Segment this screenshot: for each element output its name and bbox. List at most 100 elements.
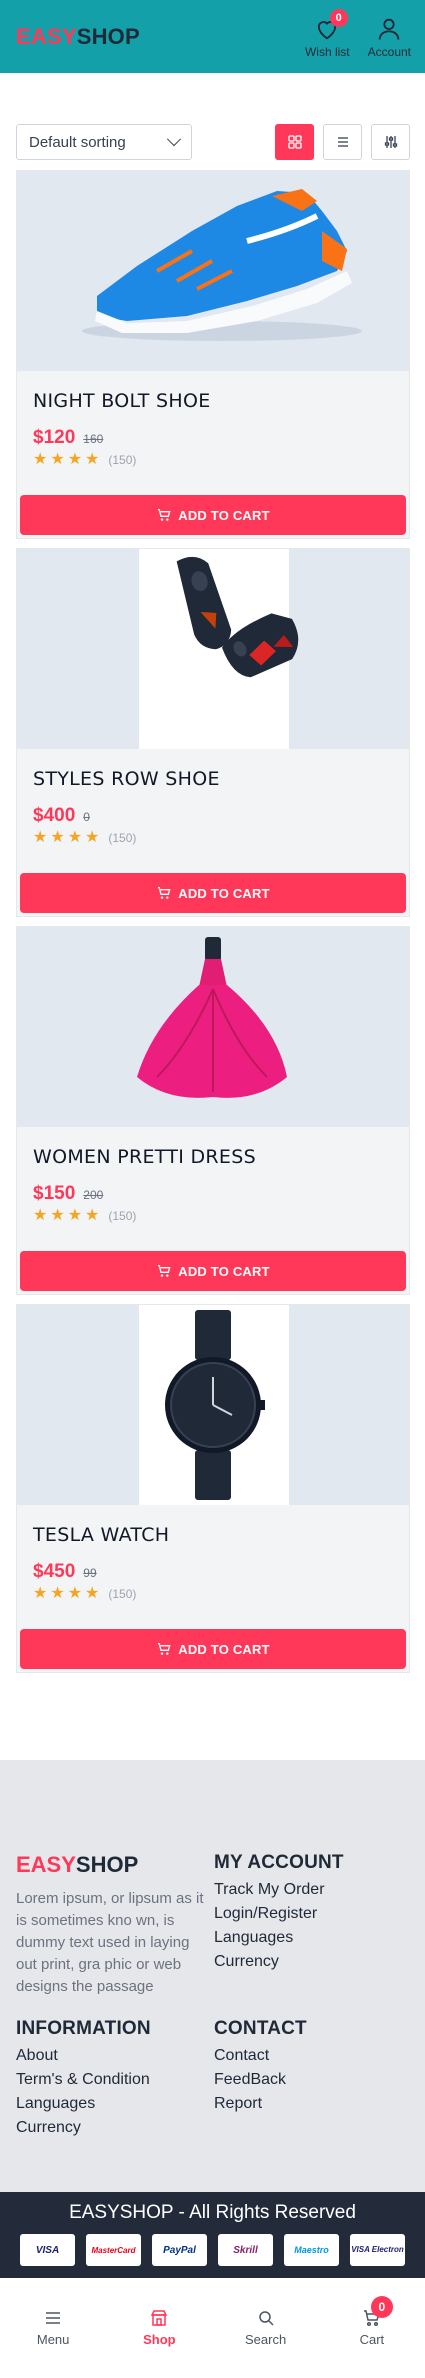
star-icon: ★ xyxy=(50,829,65,846)
product-rating: ★ ★ ★ ★ (150) xyxy=(33,1208,136,1224)
rating-count: (150) xyxy=(108,831,137,845)
product-image[interactable] xyxy=(17,171,409,371)
product-image[interactable] xyxy=(17,927,409,1127)
cart-count-badge: 0 xyxy=(370,2296,393,2318)
cart-icon xyxy=(158,1643,171,1655)
footer-link-languages[interactable]: Languages xyxy=(214,1926,344,1950)
footer-link-terms[interactable]: Term's & Condition xyxy=(16,2068,151,2092)
footer-logo-shop: SHOP xyxy=(75,1852,139,1877)
nav-menu-label: Menu xyxy=(36,2332,70,2347)
product-card[interactable]: NIGHT BOLT SHOE $120 160 ★ ★ ★ ★ (150) A… xyxy=(16,170,410,539)
footer-info-title: INFORMATION xyxy=(16,2018,151,2039)
blue-sneaker-image xyxy=(17,171,409,371)
mastercard-logo: MasterCard xyxy=(86,2234,141,2266)
nav-search[interactable]: Search xyxy=(231,2308,301,2347)
footer-link-info-languages[interactable]: Languages xyxy=(16,2092,151,2116)
product-toolbar: Default sorting xyxy=(16,124,410,160)
star-icon: ★ xyxy=(85,829,100,846)
product-name[interactable]: WOMEN PRETTI DRESS xyxy=(33,1146,256,1168)
star-icon: ★ xyxy=(33,1207,48,1224)
add-to-cart-button[interactable]: ADD TO CART xyxy=(20,873,406,913)
account-label: Account xyxy=(367,44,411,59)
logo-shop: SHOP xyxy=(76,23,140,49)
nav-cart-label: Cart xyxy=(359,2332,385,2347)
wishlist-button[interactable]: 0 Wish list xyxy=(304,8,350,59)
footer-link-currency[interactable]: Currency xyxy=(214,1950,344,1974)
logo-easy: EASY xyxy=(16,23,77,49)
star-icon: ★ xyxy=(33,829,48,846)
product-name[interactable]: NIGHT BOLT SHOE xyxy=(33,390,211,412)
filter-icon xyxy=(384,136,397,148)
footer-link-login[interactable]: Login/Register xyxy=(214,1902,344,1926)
sort-select[interactable]: Default sorting xyxy=(16,124,192,160)
footer-contact-title: CONTACT xyxy=(214,2018,307,2039)
product-rating: ★ ★ ★ ★ (150) xyxy=(33,830,136,846)
star-icon: ★ xyxy=(33,451,48,468)
footer-description: Lorem ipsum, or lipsum as it is sometime… xyxy=(16,1890,204,1995)
footer-information: INFORMATION About Term's & Condition Lan… xyxy=(16,2018,151,2140)
visa-logo: VISA xyxy=(20,2234,75,2266)
cart-icon xyxy=(158,1265,171,1277)
site-footer: EASYSHOP Lorem ipsum, or lipsum as it is… xyxy=(0,1760,425,2192)
add-to-cart-button[interactable]: ADD TO CART xyxy=(20,1251,406,1291)
product-price: $150 xyxy=(33,1183,76,1204)
nav-cart[interactable]: 0 Cart xyxy=(337,2296,407,2347)
wishlist-count-badge: 0 xyxy=(329,8,348,27)
footer-link-feedback[interactable]: FeedBack xyxy=(214,2068,307,2092)
add-to-cart-button[interactable]: ADD TO CART xyxy=(20,1629,406,1669)
product-card[interactable]: TESLA WATCH $450 99 ★ ★ ★ ★ (150) ADD TO… xyxy=(16,1304,410,1673)
add-to-cart-label: ADD TO CART xyxy=(178,885,270,901)
nav-shop[interactable]: Shop xyxy=(124,2308,194,2347)
user-icon xyxy=(379,18,400,40)
product-old-price: 0 xyxy=(83,810,90,824)
rating-count: (150) xyxy=(108,453,137,467)
footer-link-report[interactable]: Report xyxy=(214,2092,307,2116)
filter-button[interactable] xyxy=(371,124,410,160)
nav-search-label: Search xyxy=(245,2332,287,2347)
sort-selected-label: Default sorting xyxy=(29,133,126,151)
wishlist-label: Wish list xyxy=(304,44,350,59)
product-price: $120 xyxy=(33,427,76,448)
star-icon: ★ xyxy=(50,451,65,468)
chevron-down-icon xyxy=(166,132,182,147)
footer-logo[interactable]: EASYSHOP xyxy=(16,1852,206,1878)
footer-link-track-order[interactable]: Track My Order xyxy=(214,1878,344,1902)
product-card[interactable]: STYLES ROW SHOE $400 0 ★ ★ ★ ★ (150) ADD… xyxy=(16,548,410,917)
product-image[interactable] xyxy=(17,1305,409,1505)
skrill-logo: Skrill xyxy=(218,2234,273,2266)
shop-icon xyxy=(151,2310,168,2326)
footer-brand: EASYSHOP Lorem ipsum, or lipsum as it is… xyxy=(16,1852,206,1998)
cart-icon xyxy=(158,887,171,899)
footer-account: MY ACCOUNT Track My Order Login/Register… xyxy=(214,1852,344,1974)
product-old-price: 99 xyxy=(83,1566,97,1580)
add-to-cart-label: ADD TO CART xyxy=(178,1641,270,1657)
account-button[interactable]: Account xyxy=(368,15,411,59)
logo[interactable]: EASYSHOP xyxy=(16,24,140,50)
footer-link-info-currency[interactable]: Currency xyxy=(16,2116,151,2140)
product-rating: ★ ★ ★ ★ (150) xyxy=(33,452,136,468)
star-icon: ★ xyxy=(67,1207,83,1224)
visa-electron-logo: VISA Electron xyxy=(350,2234,405,2266)
footer-logo-easy: EASY xyxy=(16,1852,76,1877)
product-price: $400 xyxy=(33,805,76,826)
footer-link-contact[interactable]: Contact xyxy=(214,2044,307,2068)
nav-menu[interactable]: Menu xyxy=(18,2308,88,2347)
add-to-cart-label: ADD TO CART xyxy=(178,1263,270,1279)
footer-contact: CONTACT Contact FeedBack Report xyxy=(214,2018,307,2116)
maestro-logo: Maestro xyxy=(284,2234,339,2266)
star-icon: ★ xyxy=(85,1207,100,1224)
product-card[interactable]: WOMEN PRETTI DRESS $150 200 ★ ★ ★ ★ (150… xyxy=(16,926,410,1295)
list-view-button[interactable] xyxy=(323,124,362,160)
grid-icon xyxy=(287,135,302,149)
menu-icon xyxy=(46,2312,61,2324)
payment-methods: VISA MasterCard PayPal Skrill Maestro VI… xyxy=(20,2234,405,2266)
copyright-band: EASYSHOP - All Rights Reserved VISA Mast… xyxy=(0,2192,425,2278)
grid-view-button[interactable] xyxy=(275,124,314,160)
star-icon: ★ xyxy=(33,1585,48,1602)
product-image[interactable] xyxy=(17,549,409,749)
footer-link-about[interactable]: About xyxy=(16,2044,151,2068)
star-icon: ★ xyxy=(67,451,83,468)
product-name[interactable]: STYLES ROW SHOE xyxy=(33,768,220,790)
product-name[interactable]: TESLA WATCH xyxy=(33,1524,169,1546)
add-to-cart-button[interactable]: ADD TO CART xyxy=(20,495,406,535)
